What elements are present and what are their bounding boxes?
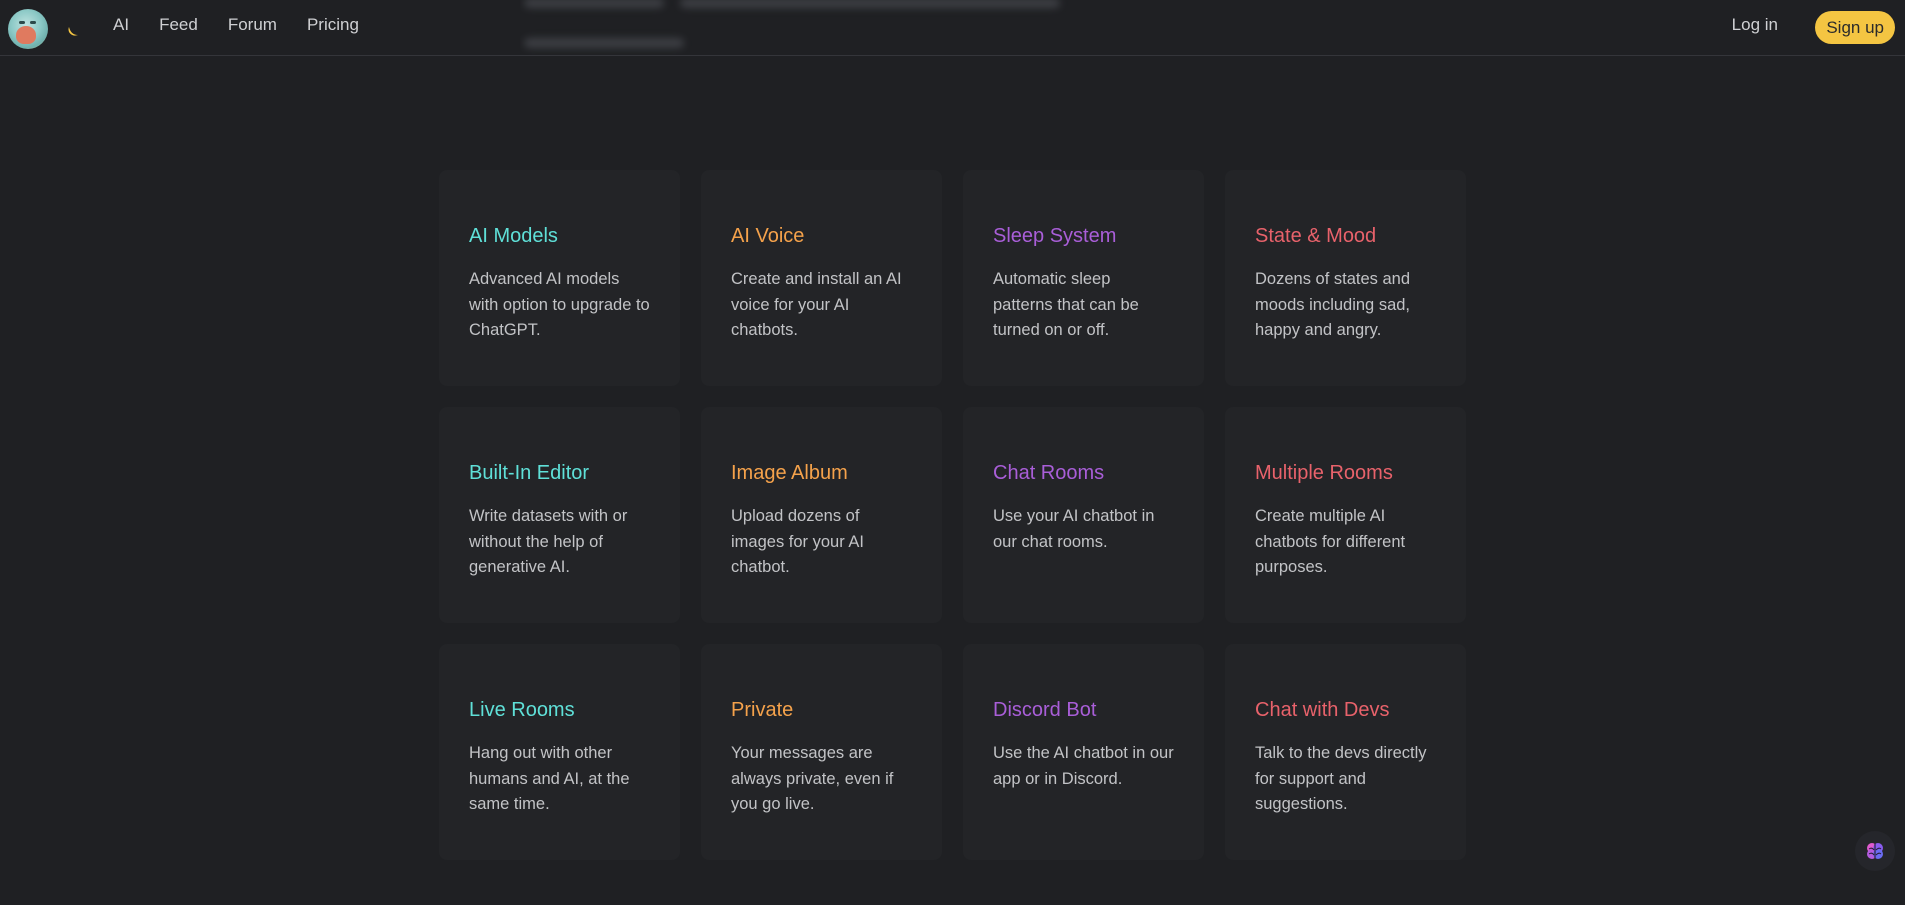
feature-description: Write datasets with or without the help … xyxy=(469,507,628,576)
feature-description: Create multiple AI chatbots for differen… xyxy=(1255,507,1406,576)
floating-brain-button[interactable] xyxy=(1855,831,1895,871)
feature-card-ai-models: AI Models Advanced AI models with option… xyxy=(439,170,680,386)
feature-title: Private xyxy=(731,699,794,721)
feature-title: Multiple Rooms xyxy=(1255,462,1393,484)
brain-icon xyxy=(1867,843,1883,859)
feature-description: Hang out with other humans and AI, at th… xyxy=(469,744,630,813)
feature-title: State & Mood xyxy=(1255,225,1377,247)
feature-title: Image Album xyxy=(731,462,848,484)
feature-title: Live Rooms xyxy=(469,699,575,721)
feature-description: Upload dozens of images for your AI chat… xyxy=(731,507,864,576)
feature-title: Chat Rooms xyxy=(993,462,1105,484)
blurred-background-content xyxy=(520,0,1080,56)
moon-icon[interactable] xyxy=(66,24,80,38)
feature-description: Your messages are always private, even i… xyxy=(731,744,894,813)
feature-card-chat-with-devs: Chat with Devs Talk to the devs directly… xyxy=(1225,644,1466,860)
feature-description: Create and install an AI voice for your … xyxy=(731,270,902,339)
nav-link-ai[interactable]: AI xyxy=(113,15,129,35)
feature-description: Use the AI chatbot in our app or in Disc… xyxy=(993,744,1174,788)
feature-card-live-rooms: Live Rooms Hang out with other humans an… xyxy=(439,644,680,860)
feature-card-discord-bot: Discord Bot Use the AI chatbot in our ap… xyxy=(963,644,1204,860)
feature-card-built-in-editor: Built-In Editor Write datasets with or w… xyxy=(439,407,680,623)
feature-description: Talk to the devs directly for support an… xyxy=(1255,744,1427,813)
feature-title: Sleep System xyxy=(993,225,1117,247)
signup-button[interactable]: Sign up xyxy=(1815,11,1895,44)
feature-card-chat-rooms: Chat Rooms Use your AI chatbot in our ch… xyxy=(963,407,1204,623)
feature-description: Use your AI chatbot in our chat rooms. xyxy=(993,507,1155,551)
feature-description: Automatic sleep patterns that can be tur… xyxy=(993,270,1139,339)
feature-title: Discord Bot xyxy=(993,699,1097,721)
feature-card-sleep-system: Sleep System Automatic sleep patterns th… xyxy=(963,170,1204,386)
feature-title: AI Voice xyxy=(731,225,805,247)
nav-link-feed[interactable]: Feed xyxy=(159,15,198,35)
feature-card-ai-voice: AI Voice Create and install an AI voice … xyxy=(701,170,942,386)
feature-card-image-album: Image Album Upload dozens of images for … xyxy=(701,407,942,623)
feature-title: Chat with Devs xyxy=(1255,699,1390,721)
top-navbar: AI Feed Forum Pricing Log in Sign up xyxy=(0,0,1905,56)
feature-title: AI Models xyxy=(469,225,558,247)
feature-card-state-mood: State & Mood Dozens of states and moods … xyxy=(1225,170,1466,386)
feature-card-private: Private Your messages are always private… xyxy=(701,644,942,860)
nav-link-forum[interactable]: Forum xyxy=(228,15,277,35)
avatar-logo-icon[interactable] xyxy=(8,9,48,49)
feature-title: Built-In Editor xyxy=(469,462,590,484)
login-link[interactable]: Log in xyxy=(1732,15,1778,35)
feature-card-multiple-rooms: Multiple Rooms Create multiple AI chatbo… xyxy=(1225,407,1466,623)
feature-description: Dozens of states and moods including sad… xyxy=(1255,270,1411,339)
main-nav: AI Feed Forum Pricing xyxy=(113,0,389,50)
features-grid: AI Models Advanced AI models with option… xyxy=(439,170,1466,860)
nav-link-pricing[interactable]: Pricing xyxy=(307,15,359,35)
feature-description: Advanced AI models with option to upgrad… xyxy=(469,270,650,339)
